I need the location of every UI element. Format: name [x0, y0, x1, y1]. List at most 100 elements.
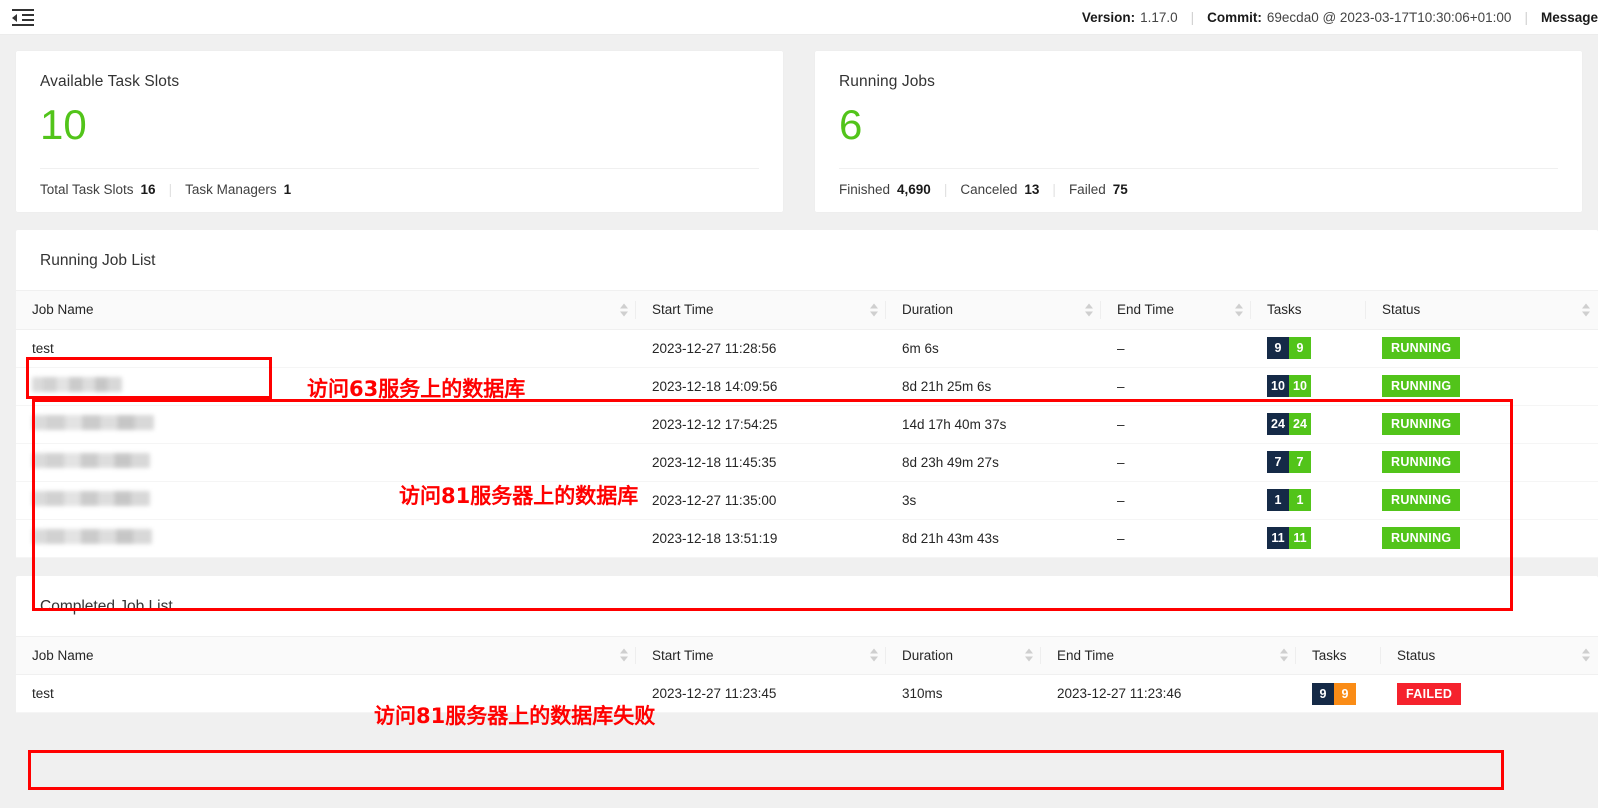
column-header-label: Tasks [1312, 647, 1347, 663]
total-task-slots-label: Total Task Slots [40, 182, 134, 198]
table-row[interactable]: 2023-12-12 17:54:25 14d 17h 40m 37s –24 24 R… [16, 405, 1598, 444]
cell-end-time: – [1101, 443, 1251, 482]
status-badge: RUNNING [1382, 451, 1461, 473]
column-header-status[interactable]: Status [1366, 291, 1598, 330]
cell-duration: 3s [886, 481, 1101, 520]
version-value: 1.17.0 [1140, 10, 1178, 25]
cell-tasks: 10 10 [1251, 367, 1366, 406]
column-header-tasks[interactable]: Tasks [1296, 636, 1381, 675]
table-body: test 2023-12-27 11:28:56 6m 6s –9 9 RUNNING 20… [16, 329, 1598, 558]
cell-duration: 6m 6s [886, 329, 1101, 368]
sort-arrows-icon[interactable] [1085, 303, 1093, 317]
sort-arrows-icon[interactable] [1235, 303, 1243, 317]
message-label[interactable]: Message [1541, 10, 1598, 25]
tasks-running-badge: 9 [1289, 337, 1311, 359]
column-header-end-time[interactable]: End Time [1101, 291, 1251, 330]
tasks-running-badge: 1 [1289, 489, 1311, 511]
tasks-running-badge: 7 [1289, 451, 1311, 473]
annotation-text-top: 访问63服务上的数据库 [307, 377, 526, 401]
table-body: test 2023-12-27 11:23:45 310ms 2023-12-27 1… [16, 674, 1598, 713]
table-row[interactable]: 2023-12-18 14:09:56 8d 21h 25m 6s –10 10 RUN… [16, 367, 1598, 406]
status-badge: RUNNING [1382, 337, 1461, 359]
task-managers-label: Task Managers [185, 182, 277, 198]
status-badge: RUNNING [1382, 489, 1461, 511]
status-badge: RUNNING [1382, 375, 1461, 397]
cell-duration: 8d 21h 25m 6s [886, 367, 1101, 406]
top-bar: Version: 1.17.0 | Commit: 69ecda0 @ 2023… [0, 0, 1598, 35]
cell-duration: 8d 23h 49m 27s [886, 443, 1101, 482]
tasks-total-badge: 9 [1267, 337, 1289, 359]
column-header-label: Job Name [32, 647, 94, 663]
column-header-duration[interactable]: Duration [886, 291, 1101, 330]
card-footer: Total Task Slots 16 | Task Managers 1 [40, 169, 759, 197]
tasks-badge-group: 99 [1267, 337, 1311, 359]
cell-end-time: – [1101, 519, 1251, 558]
finished-label: Finished [839, 182, 891, 198]
sort-arrows-icon[interactable] [1025, 648, 1033, 662]
tasks-running-badge: 24 [1289, 413, 1311, 435]
cell-status: RUNNING [1366, 481, 1598, 520]
running-job-table: Job Name Start Time Duration End Time Tasks S… [16, 291, 1598, 558]
divider: | [1052, 182, 1056, 198]
column-header-tasks[interactable]: Tasks [1251, 291, 1366, 330]
tasks-badge-group: 77 [1267, 451, 1311, 473]
column-header-label: Status [1397, 647, 1436, 663]
sort-arrows-icon[interactable] [1280, 648, 1288, 662]
cell-job-name: test [16, 329, 636, 368]
total-task-slots-value: 16 [140, 182, 156, 198]
sort-arrows-icon[interactable] [620, 303, 628, 317]
column-header-job-name[interactable]: Job Name [16, 636, 636, 675]
column-header-label: Duration [902, 302, 954, 318]
cell-job-name [16, 405, 636, 444]
stat-card-row: Available Task Slots 10 Total Task Slots… [16, 51, 1582, 212]
annotation-text-bottom: 访问81服务器上的数据库失败 [374, 704, 656, 728]
column-header-start-time[interactable]: Start Time [636, 291, 886, 330]
cell-duration: 14d 17h 40m 37s [886, 405, 1101, 444]
column-header-duration[interactable]: Duration [886, 636, 1041, 675]
column-header-job-name[interactable]: Job Name [16, 291, 636, 330]
failed-value: 75 [1112, 182, 1128, 198]
failed-label: Failed [1068, 182, 1106, 198]
menu-fold-icon[interactable] [12, 7, 34, 27]
tasks-total-badge: 10 [1267, 375, 1289, 397]
table-row[interactable]: 2023-12-18 13:51:19 8d 21h 43m 43s –11 11 RU… [16, 519, 1598, 558]
column-header-label: Start Time [652, 647, 714, 663]
table-row[interactable]: 2023-12-18 11:45:35 8d 23h 49m 27s –7 7 RUNN… [16, 443, 1598, 482]
cell-status: RUNNING [1366, 443, 1598, 482]
cell-start-time: 2023-12-12 17:54:25 [636, 405, 886, 444]
column-header-status[interactable]: Status [1381, 636, 1598, 675]
cell-end-time: 2023-12-27 11:23:46 [1041, 674, 1296, 713]
cell-end-time: – [1101, 481, 1251, 520]
column-header-end-time[interactable]: End Time [1041, 636, 1296, 675]
table-row[interactable]: test 2023-12-27 11:28:56 6m 6s –9 9 RUNNING [16, 329, 1598, 368]
card-running-job-list: Running Job List Job Name Start Time Durat… [16, 230, 1598, 558]
tasks-total-badge: 11 [1267, 527, 1289, 549]
column-header-label: Status [1382, 302, 1421, 318]
sort-arrows-icon[interactable] [620, 648, 628, 662]
cell-tasks: 11 11 [1251, 519, 1366, 558]
card-available-task-slots: Available Task Slots 10 Total Task Slots… [16, 51, 783, 212]
cell-tasks: 24 24 [1251, 405, 1366, 444]
sort-arrows-icon[interactable] [870, 303, 878, 317]
cell-tasks: 77 [1251, 443, 1366, 482]
completed-job-list-title: Completed Job List [16, 576, 1598, 637]
table-header-row: Job Name Start Time Duration End Time Tasks S… [16, 636, 1598, 675]
table-row[interactable]: test 2023-12-27 11:23:45 310ms 2023-12-27 1… [16, 674, 1598, 713]
cell-tasks: 99 [1296, 674, 1381, 713]
status-badge: FAILED [1397, 682, 1462, 705]
cell-duration: 310ms [886, 674, 1041, 713]
sort-arrows-icon[interactable] [1582, 648, 1590, 662]
finished-value: 4,690 [897, 182, 931, 198]
sort-arrows-icon[interactable] [1582, 303, 1590, 317]
column-header-label: Duration [902, 647, 954, 663]
cell-start-time: 2023-12-27 11:28:56 [636, 329, 886, 368]
table-header-row: Job Name Start Time Duration End Time Tasks S… [16, 291, 1598, 330]
job-name-link[interactable]: test [32, 686, 54, 701]
tasks-failed-badge: 9 [1334, 682, 1356, 705]
column-header-start-time[interactable]: Start Time [636, 636, 886, 675]
table-row[interactable]: 2023-12-27 11:35:00 3s –1 1 RUNNING [16, 481, 1598, 520]
running-job-list-title: Running Job List [16, 230, 1598, 291]
column-header-label: End Time [1057, 647, 1115, 663]
sort-arrows-icon[interactable] [870, 648, 878, 662]
job-name-link[interactable]: test [32, 341, 54, 356]
